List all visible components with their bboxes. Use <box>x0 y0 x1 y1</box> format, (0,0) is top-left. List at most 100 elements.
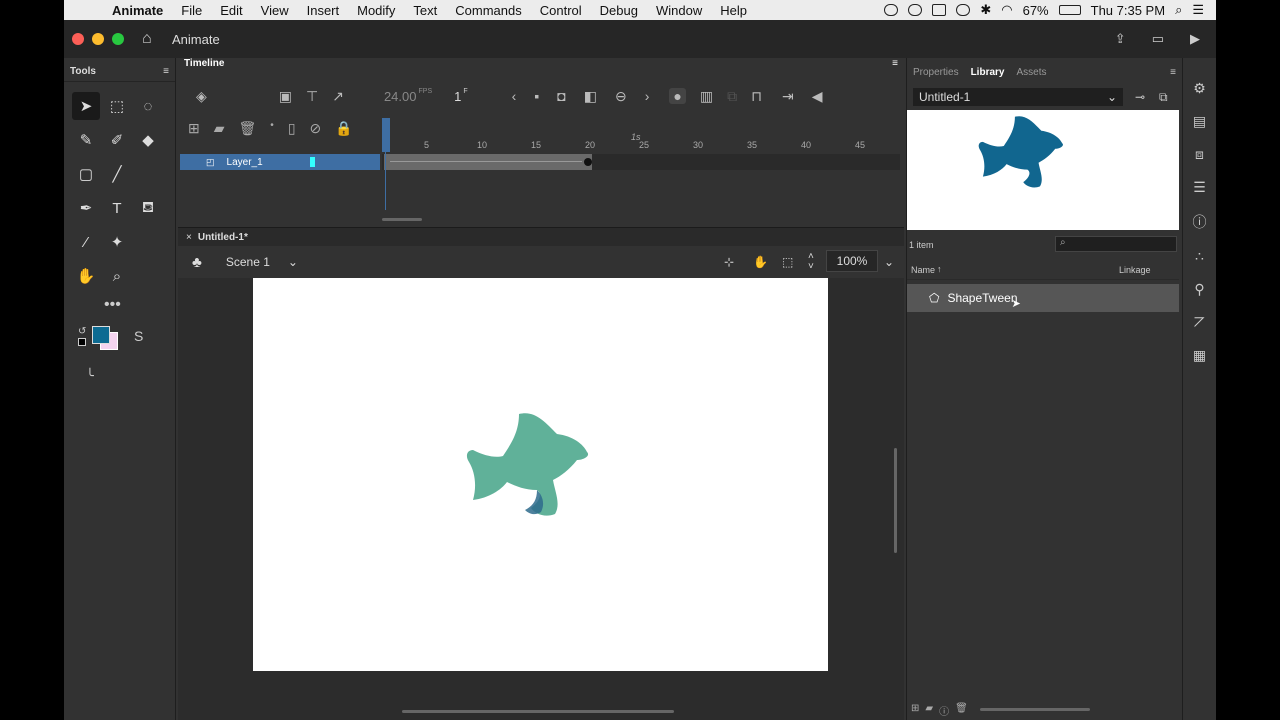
delete-icon[interactable]: 🗑 <box>955 703 968 718</box>
zoom-dropdown-icon[interactable]: ⌄ <box>884 255 894 269</box>
horizontal-scrollbar[interactable] <box>402 710 674 713</box>
align-icon[interactable]: ☰ <box>1193 179 1206 196</box>
edit-scene-icon[interactable]: ♣ <box>192 254 202 271</box>
stroke-swap-icon[interactable]: S <box>134 328 143 344</box>
menu-help[interactable]: Help <box>711 3 756 18</box>
vertical-scrollbar[interactable] <box>894 448 897 553</box>
step-back-icon[interactable]: ◀ <box>812 88 823 105</box>
components-icon[interactable]: ▦ <box>1193 347 1206 364</box>
sort-ascending-icon[interactable]: ↑ <box>937 264 942 274</box>
pen-tool-icon[interactable]: ✒ <box>72 194 100 222</box>
scene-name[interactable]: Scene 1 <box>226 255 270 269</box>
default-colors-icon[interactable] <box>78 338 86 346</box>
center-stage-icon[interactable]: ⊹ <box>724 255 734 269</box>
prev-keyframe-icon[interactable]: ‹ <box>512 88 517 104</box>
gear-icon[interactable]: ⚙ <box>1193 80 1206 97</box>
panel-menu-icon[interactable]: ≡ <box>163 66 169 77</box>
menu-file[interactable]: File <box>172 3 211 18</box>
battery-icon[interactable] <box>1058 5 1081 15</box>
insert-blank-keyframe-icon[interactable]: ◘ <box>557 88 565 104</box>
free-transform-tool-icon[interactable]: ⬚ <box>103 92 131 120</box>
menu-insert[interactable]: Insert <box>298 3 349 18</box>
play-icon[interactable]: ⇥ <box>782 88 794 105</box>
zoom-stepper-icon[interactable]: ˄ ˅ <box>808 252 814 272</box>
menu-app[interactable]: Animate <box>96 3 172 18</box>
new-folder-icon[interactable]: ▰ <box>214 120 225 137</box>
brush-tool-icon[interactable]: ✐ <box>103 126 131 154</box>
loop-icon[interactable]: ⊓ <box>751 88 762 105</box>
library-menu-icon[interactable]: ≡ <box>1170 67 1176 78</box>
fps-value[interactable]: 24.00 <box>384 89 417 104</box>
new-folder-icon[interactable]: ▰ <box>925 703 933 718</box>
clock[interactable]: Thu 7:35 PM <box>1091 3 1165 18</box>
stroke-color-swatch[interactable] <box>92 326 110 344</box>
paint-bucket-tool-icon[interactable]: ⛾ <box>134 194 162 222</box>
menu-view[interactable]: View <box>252 3 298 18</box>
menu-edit[interactable]: Edit <box>211 3 251 18</box>
battery-percent[interactable]: 67% <box>1023 3 1049 18</box>
dolphin-shape[interactable] <box>465 410 625 525</box>
column-linkage-header[interactable]: Linkage <box>1119 265 1151 275</box>
motion-editor-icon[interactable]: ⦢ <box>1194 314 1205 331</box>
pin-tool-icon[interactable]: ✦ <box>103 228 131 256</box>
tab-library[interactable]: Library <box>971 67 1005 78</box>
frame-track[interactable] <box>382 154 900 170</box>
library-footer-scrollbar[interactable] <box>979 708 1090 711</box>
line-tool-icon[interactable]: ╱ <box>103 160 131 188</box>
insert-frame-icon[interactable]: ◧ <box>584 88 597 105</box>
layers-icon[interactable]: ◈ <box>196 88 207 105</box>
more-tools-icon[interactable]: ••• <box>104 296 175 314</box>
eyedropper-tool-icon[interactable]: ⁄ <box>72 228 100 256</box>
stage-canvas[interactable] <box>253 278 828 671</box>
timeline-menu-icon[interactable]: ≡ <box>892 58 898 72</box>
menu-control[interactable]: Control <box>531 3 591 18</box>
rotation-tool-icon[interactable]: ✋ <box>753 255 768 269</box>
new-layer-icon[interactable]: ⊞ <box>188 120 200 137</box>
rectangle-tool-icon[interactable]: ▢ <box>72 160 100 188</box>
layer-color-swatch[interactable] <box>310 157 315 167</box>
spotlight-search-icon[interactable]: ⌕ <box>1175 2 1182 18</box>
new-library-panel-icon[interactable]: ⧉ <box>1159 90 1168 105</box>
share-icon[interactable]: ⇪ <box>1115 31 1126 47</box>
properties-icon[interactable]: ⓘ <box>939 703 949 718</box>
lasso-tool-icon[interactable]: ◌ <box>134 92 162 120</box>
library-search-input[interactable]: ⌕ <box>1055 236 1177 252</box>
bluetooth-icon[interactable]: ✱ <box>980 2 991 18</box>
airplay-icon[interactable] <box>932 4 947 16</box>
scene-dropdown-icon[interactable]: ⌄ <box>288 255 298 269</box>
info-icon[interactable]: ⓘ <box>1193 212 1207 232</box>
graph-icon[interactable]: ↗ <box>332 88 344 105</box>
hand-tool-icon[interactable]: ✋ <box>72 262 100 290</box>
zoom-field[interactable]: 100% <box>826 250 878 272</box>
menu-debug[interactable]: Debug <box>591 3 647 18</box>
document-tab[interactable]: Untitled-1* <box>198 232 248 243</box>
menu-modify[interactable]: Modify <box>348 3 404 18</box>
outline-layer-icon[interactable]: ▯ <box>288 120 296 137</box>
color-icon[interactable]: ∴ <box>1195 248 1204 265</box>
menu-window[interactable]: Window <box>647 3 711 18</box>
minimize-window-button[interactable] <box>92 33 104 45</box>
time-machine-icon[interactable] <box>956 4 971 16</box>
asset-warp-icon[interactable]: ⚲ <box>1194 281 1204 298</box>
new-symbol-icon[interactable]: ⊞ <box>911 703 919 718</box>
layer-name[interactable]: Layer_1 <box>227 157 263 168</box>
layer-parenting-icon[interactable]: ⊤ <box>306 88 318 105</box>
onion-skin-icon[interactable]: ● <box>669 88 686 104</box>
workspace-layout-icon[interactable]: ▭ <box>1152 31 1164 47</box>
highlight-layer-icon[interactable]: • <box>270 120 274 137</box>
pin-library-icon[interactable]: ⊸ <box>1135 90 1145 104</box>
notification-center-icon[interactable]: ☰ <box>1192 2 1204 18</box>
insert-keyframe-icon[interactable]: ▪ <box>534 88 539 104</box>
library-document-select[interactable]: Untitled-1 ⌄ <box>913 88 1123 106</box>
close-document-icon[interactable]: × <box>186 232 192 243</box>
end-keyframe[interactable] <box>584 158 592 166</box>
lock-layer-icon[interactable]: 🔒 <box>335 120 352 137</box>
tab-properties[interactable]: Properties <box>913 67 959 78</box>
playhead[interactable] <box>382 118 390 214</box>
hide-layer-icon[interactable]: ⊘ <box>310 120 322 137</box>
menu-commands[interactable]: Commands <box>446 3 530 18</box>
menu-text[interactable]: Text <box>404 3 446 18</box>
layer-row[interactable]: ◰ Layer_1 <box>180 154 380 170</box>
close-window-button[interactable] <box>72 33 84 45</box>
zoom-tool-icon[interactable]: ⌕ <box>103 262 131 290</box>
